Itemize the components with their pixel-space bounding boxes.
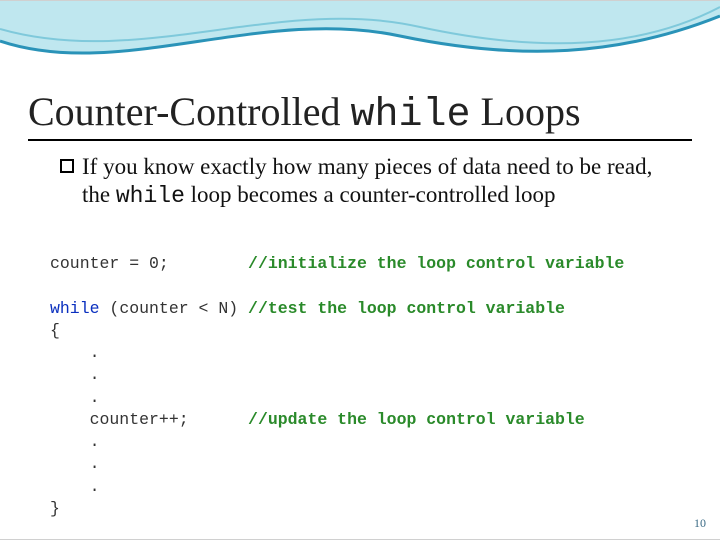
code-block: counter = 0; //initialize the loop contr… [50, 253, 670, 520]
code-l11: } [50, 499, 60, 518]
bullet-square-icon [60, 159, 74, 173]
title-text-pre: Counter-Controlled [28, 89, 350, 134]
slide-wave-decoration [0, 1, 720, 96]
body-text-post: loop becomes a counter-controlled loop [185, 182, 556, 207]
body-text-mono: while [116, 183, 185, 209]
code-l7: counter++; [50, 410, 248, 429]
code-l2: (counter < N) [100, 299, 249, 318]
code-l2-comment: //test the loop control variable [248, 299, 565, 318]
code-l5: . [50, 365, 100, 384]
title-text-mono: while [350, 93, 470, 138]
code-l1-comment: //initialize the loop control variable [248, 254, 624, 273]
slide-title: Counter-Controlled while Loops [28, 91, 692, 141]
code-l7-comment: //update the loop control variable [248, 410, 585, 429]
code-l1: counter = 0; [50, 254, 248, 273]
code-l3: { [50, 321, 60, 340]
bullet-item: If you know exactly how many pieces of d… [60, 153, 670, 210]
title-text-post: Loops [471, 89, 581, 134]
slide-body: If you know exactly how many pieces of d… [60, 153, 670, 210]
code-l4: . [50, 343, 100, 362]
code-l2-kw: while [50, 299, 100, 318]
code-l8: . [50, 432, 100, 451]
slide: Counter-Controlled while Loops If you kn… [0, 0, 720, 540]
bullet-text: If you know exactly how many pieces of d… [82, 153, 670, 210]
code-l10: . [50, 477, 100, 496]
code-l9: . [50, 454, 100, 473]
page-number: 10 [694, 516, 706, 531]
code-l6: . [50, 388, 100, 407]
